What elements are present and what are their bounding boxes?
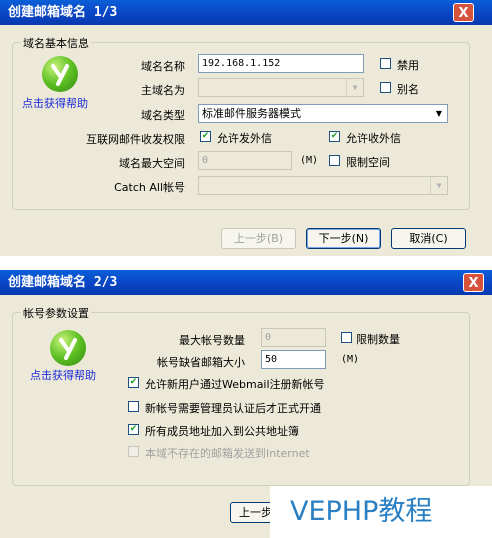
limit-count-checkbox[interactable] [341,332,352,343]
cancel-button[interactable]: 取消(C) [391,228,466,249]
catch-all-label: Catch All帐号 [114,181,185,194]
group-title: 域名基本信息 [21,35,91,51]
alias-checkbox[interactable] [380,82,391,93]
allow-receive-label: 允许收外信 [346,132,401,145]
close-icon: X [458,6,469,21]
disable-label: 禁用 [397,59,419,72]
default-mailbox-size-label: 帐号缺省邮箱大小 [157,356,245,369]
internet-permission-label: 互联网邮件收发权限 [86,133,185,146]
domain-name-label: 域名名称 [141,60,185,73]
public-addressbook-label: 所有成员地址加入到公共地址簿 [145,425,299,438]
limit-space-label: 限制空间 [346,156,390,169]
domain-type-select[interactable]: 标准邮件服务器模式 ▼ [198,104,448,123]
webmail-register-checkbox[interactable]: ✔ [128,377,139,388]
allow-send-checkbox[interactable]: ✔ [200,131,211,142]
admin-approve-checkbox[interactable] [128,401,139,412]
next-button[interactable]: 下一步(N) [306,228,381,249]
limit-count-label: 限制数量 [356,333,400,346]
prev-button[interactable]: 上一步(B) [221,228,296,249]
allow-receive-checkbox[interactable]: ✔ [329,131,340,142]
dialog1-title: 创建邮箱域名 1/3 [8,5,118,20]
alias-label: 别名 [397,83,419,96]
unit-label: (M) [341,354,360,365]
dialog2-title: 创建邮箱域名 2/3 [8,275,118,290]
webmail-register-label: 允许新用户通过Webmail注册新帐号 [145,378,325,391]
primary-domain-label: 主域名为 [141,84,185,97]
forward-internet-checkbox[interactable] [128,446,139,457]
help-logo-icon[interactable] [50,330,86,366]
watermark-text: VEPHP教程 [270,486,492,538]
chevron-down-icon: ▼ [430,177,447,194]
dialog2-titlebar: 创建邮箱域名 2/3 [0,270,492,295]
max-accounts-label: 最大帐号数量 [179,334,245,347]
dialog-create-domain-step1: 创建邮箱域名 1/3 X 域名基本信息 点击获得帮助 域名名称 192.168.… [0,0,492,256]
chevron-down-icon: ▼ [431,105,447,122]
admin-approve-label: 新帐号需要管理员认证后才正式开通 [145,402,321,415]
dialog1-close-button[interactable]: X [453,3,474,22]
domain-type-value: 标准邮件服务器模式 [202,107,301,120]
dialog1-titlebar: 创建邮箱域名 1/3 [0,0,492,25]
group-title: 帐号参数设置 [21,305,91,321]
help-link[interactable]: 点击获得帮助 [22,95,88,111]
allow-send-label: 允许发外信 [217,132,272,145]
forward-internet-label: 本域不存在的邮箱发送到Internet [145,447,310,460]
max-space-input[interactable]: 0 [198,151,292,170]
help-logo-icon[interactable] [42,56,78,92]
prev-button-label: 上一步 [239,506,272,519]
dialog2-close-button[interactable]: X [463,273,484,292]
unit-label: (M) [300,155,319,166]
limit-space-checkbox[interactable] [329,155,340,166]
domain-name-input[interactable]: 192.168.1.152 [198,54,364,73]
primary-domain-select[interactable]: ▼ [198,78,364,97]
catch-all-select[interactable]: ▼ [198,176,448,195]
max-space-label: 域名最大空间 [119,157,185,170]
close-icon: X [468,276,479,291]
chevron-down-icon: ▼ [346,79,363,96]
domain-type-label: 域名类型 [141,109,185,122]
disable-checkbox[interactable] [380,58,391,69]
public-addressbook-checkbox[interactable]: ✔ [128,424,139,435]
default-mailbox-size-input[interactable]: 50 [261,350,326,369]
help-link[interactable]: 点击获得帮助 [30,367,96,383]
max-accounts-input[interactable]: 0 [261,328,326,347]
